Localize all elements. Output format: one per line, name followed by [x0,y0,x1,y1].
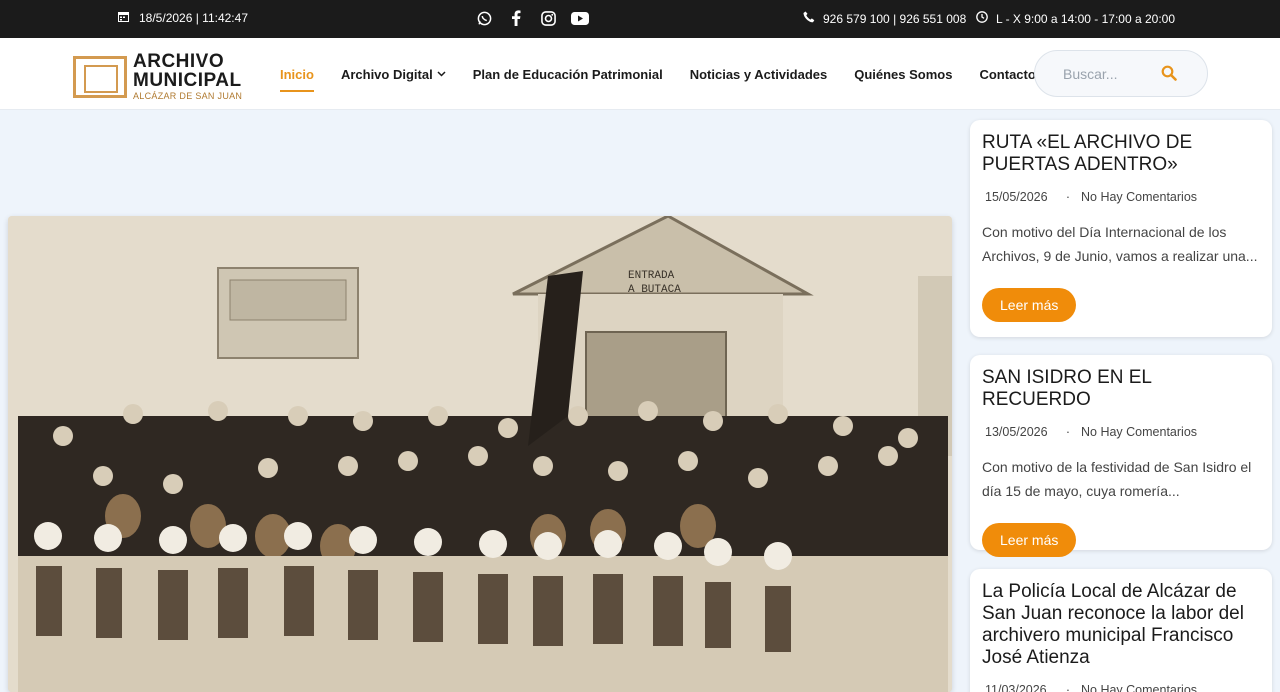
nav-item-inicio[interactable]: Inicio [280,38,314,110]
chevron-down-icon [437,69,446,80]
nav-item-label: Plan de Educación Patrimonial [472,66,663,82]
instagram-icon[interactable] [538,8,558,28]
phone-icon [803,11,815,26]
search-icon[interactable] [1161,65,1177,86]
opening-hours: L - X 9:00 a 14:00 - 17:00 a 20:00 [976,11,1175,26]
post-comments[interactable]: No Hay Comentarios [1081,683,1197,692]
logo-line-2: MUNICIPAL [133,70,242,91]
nav-item-label: Archivo Digital [340,66,433,82]
social-links [474,8,590,28]
phone-info: 926 579 100 | 926 551 008 [803,11,966,26]
logo-line-1: ARCHIVO [133,51,225,72]
post-comments[interactable]: No Hay Comentarios [1081,425,1197,439]
post-date: 15/05/2026 [985,190,1048,204]
post-card: RUTA «EL ARCHIVO DE PUERTAS ADENTRO» 15/… [970,120,1272,337]
nav-item-plan-educacion[interactable]: Plan de Educación Patrimonial [473,38,663,110]
clock-icon [976,11,988,26]
logo-line-3: ALCÁZAR DE SAN JUAN [133,91,243,101]
post-meta: 15/05/2026 · No Hay Comentarios [985,190,1260,204]
nav-item-contacto[interactable]: Contacto [979,38,1035,110]
hero-photo: ENTRADA A BUTACA [8,216,952,692]
nav-item-quienes-somos[interactable]: Quiénes Somos [854,38,952,110]
sign-line-1: ENTRADA [628,270,675,282]
search-input[interactable] [1063,65,1153,82]
post-meta: 11/03/2026 · No Hay Comentarios [985,683,1260,692]
datetime: 18/5/2026 | 11:42:47 [118,11,248,25]
sign-line-2: A BUTACA [628,284,681,296]
meta-separator: · [1065,190,1071,204]
nav-item-label: Inicio [280,66,314,82]
post-date: 11/03/2026 [985,683,1047,692]
post-card: SAN ISIDRO EN EL RECUERDO 13/05/2026 · N… [970,355,1272,557]
youtube-icon[interactable] [570,8,590,28]
nav-item-archivo-digital[interactable]: Archivo Digital [341,38,446,110]
post-title[interactable]: La Policía Local de Alcázar de San Juan … [982,581,1260,669]
nav-item-noticias[interactable]: Noticias y Actividades [690,38,828,110]
post-meta: 13/05/2026 · No Hay Comentarios [985,425,1260,439]
meta-separator: · [1065,683,1071,692]
post-excerpt: Con motivo del Día Internacional de los … [982,224,1258,264]
top-bar: 18/5/2026 | 11:42:47 926 579 100 | 926 5… [0,0,1280,38]
post-excerpt: Con motivo de la festividad de San Isidr… [982,459,1252,499]
post-title[interactable]: SAN ISIDRO EN EL RECUERDO [982,367,1260,411]
main-nav: Inicio Archivo Digital Plan de Educación… [280,38,1036,110]
hours-text: L - X 9:00 a 14:00 - 17:00 a 20:00 [996,11,1176,26]
post-card: La Policía Local de Alcázar de San Juan … [970,569,1272,692]
post-title[interactable]: RUTA «EL ARCHIVO DE PUERTAS ADENTRO» [982,132,1260,176]
facebook-icon[interactable] [506,8,526,28]
post-date: 13/05/2026 [985,425,1048,439]
historical-group-photo: ENTRADA A BUTACA [8,216,952,692]
post-comments[interactable]: No Hay Comentarios [1081,190,1197,204]
main-header: ARCHIVO MUNICIPAL ALCÁZAR DE SAN JUAN In… [0,38,1280,110]
read-more-button[interactable]: Leer más [982,288,1077,322]
nav-item-label: Noticias y Actividades [689,66,828,82]
nav-item-label: Quiénes Somos [854,66,953,82]
search-box [1034,50,1208,97]
whatsapp-icon[interactable] [474,8,494,28]
logo-mark [73,55,127,98]
site-logo[interactable]: ARCHIVO MUNICIPAL ALCÁZAR DE SAN JUAN [73,52,242,101]
datetime-text: 18/5/2026 | 11:42:47 [139,11,248,25]
nav-item-label: Contacto [979,66,1036,82]
calendar-icon [118,11,129,25]
meta-separator: · [1065,425,1071,439]
read-more-button[interactable]: Leer más [982,523,1077,557]
phone-text: 926 579 100 | 926 551 008 [823,11,967,26]
